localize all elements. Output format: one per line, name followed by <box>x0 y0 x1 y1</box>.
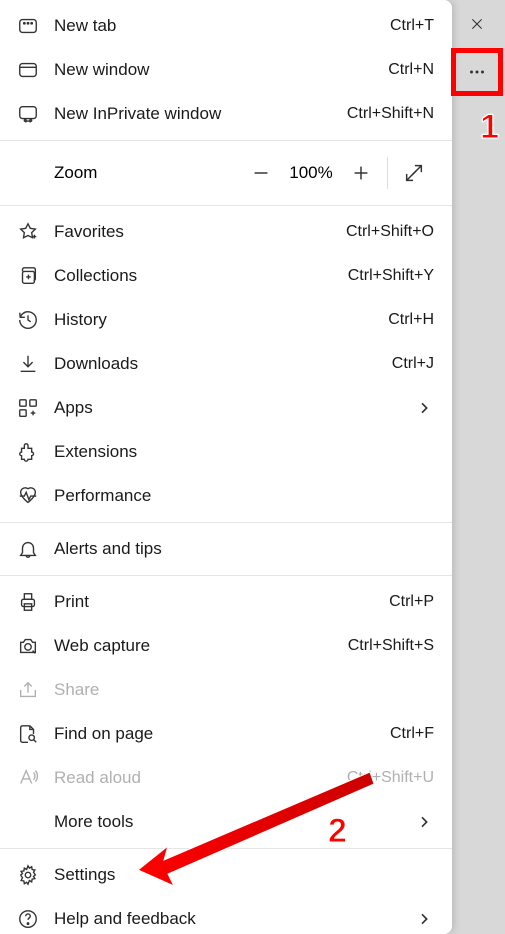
menu-item-shortcut: Ctrl+Shift+N <box>347 105 434 123</box>
menu-item-label: Share <box>54 680 434 700</box>
help-icon <box>16 907 40 931</box>
gear-icon <box>16 863 40 887</box>
menu-item-label: Help and feedback <box>54 909 414 929</box>
chevron-right-icon <box>414 911 434 927</box>
menu-item-alerts[interactable]: Alerts and tips <box>0 527 452 571</box>
menu-item-shortcut: Ctrl+Shift+Y <box>348 267 434 285</box>
menu-item-share: Share <box>0 668 452 712</box>
zoom-in-button[interactable] <box>341 153 381 193</box>
menu-separator <box>0 205 452 206</box>
menu-item-label: Apps <box>54 398 414 418</box>
bell-icon <box>16 537 40 561</box>
menu-item-new-window[interactable]: New window Ctrl+N <box>0 48 452 92</box>
menu-item-apps[interactable]: Apps <box>0 386 452 430</box>
menu-item-find[interactable]: Find on page Ctrl+F <box>0 712 452 756</box>
search-page-icon <box>16 722 40 746</box>
menu-item-new-inprivate[interactable]: New InPrivate window Ctrl+Shift+N <box>0 92 452 136</box>
zoom-label: Zoom <box>54 163 241 183</box>
puzzle-icon <box>16 440 40 464</box>
menu-item-label: Collections <box>54 266 348 286</box>
menu-item-label: Favorites <box>54 222 346 242</box>
menu-separator <box>0 848 452 849</box>
menu-separator <box>0 522 452 523</box>
menu-item-label: Print <box>54 592 389 612</box>
menu-item-shortcut: Ctrl+F <box>390 725 434 743</box>
star-icon <box>16 220 40 244</box>
menu-separator <box>0 575 452 576</box>
menu-item-shortcut: Ctrl+N <box>388 61 434 79</box>
new-window-icon <box>16 58 40 82</box>
menu-item-new-tab[interactable]: New tab Ctrl+T <box>0 4 452 48</box>
menu-item-collections[interactable]: Collections Ctrl+Shift+Y <box>0 254 452 298</box>
fullscreen-button[interactable] <box>394 153 434 193</box>
menu-item-label: Find on page <box>54 724 390 744</box>
chevron-right-icon <box>414 400 434 416</box>
zoom-value: 100% <box>281 163 341 183</box>
camera-icon <box>16 634 40 658</box>
menu-item-label: Alerts and tips <box>54 539 434 559</box>
menu-item-favorites[interactable]: Favorites Ctrl+Shift+O <box>0 210 452 254</box>
menu-item-label: Web capture <box>54 636 348 656</box>
menu-item-help[interactable]: Help and feedback <box>0 897 452 934</box>
menu-item-label: New tab <box>54 16 390 36</box>
print-icon <box>16 590 40 614</box>
menu-item-shortcut: Ctrl+T <box>390 17 434 35</box>
menu-item-shortcut: Ctrl+Shift+O <box>346 223 434 241</box>
inprivate-icon <box>16 102 40 126</box>
menu-item-shortcut: Ctrl+Shift+S <box>348 637 434 655</box>
heartbeat-icon <box>16 484 40 508</box>
share-icon <box>16 678 40 702</box>
menu-item-shortcut: Ctrl+H <box>388 311 434 329</box>
menu-item-settings[interactable]: Settings <box>0 853 452 897</box>
more-menu-button[interactable] <box>457 54 497 90</box>
zoom-divider <box>387 157 388 189</box>
menu-item-label: New InPrivate window <box>54 104 347 124</box>
read-aloud-icon <box>16 766 40 790</box>
menu-item-more-tools[interactable]: More tools <box>0 800 452 844</box>
menu-item-history[interactable]: History Ctrl+H <box>0 298 452 342</box>
menu-item-label: Settings <box>54 865 434 885</box>
download-icon <box>16 352 40 376</box>
menu-item-performance[interactable]: Performance <box>0 474 452 518</box>
zoom-out-button[interactable] <box>241 153 281 193</box>
menu-item-print[interactable]: Print Ctrl+P <box>0 580 452 624</box>
menu-item-downloads[interactable]: Downloads Ctrl+J <box>0 342 452 386</box>
browser-main-menu: New tab Ctrl+T New window Ctrl+N New InP… <box>0 0 452 934</box>
menu-item-label: Extensions <box>54 442 434 462</box>
menu-item-label: Read aloud <box>54 768 347 788</box>
menu-item-read-aloud: Read aloud Ctrl+Shift+U <box>0 756 452 800</box>
menu-item-shortcut: Ctrl+P <box>389 593 434 611</box>
menu-item-label: Performance <box>54 486 434 506</box>
apps-icon <box>16 396 40 420</box>
collections-icon <box>16 264 40 288</box>
menu-item-label: History <box>54 310 388 330</box>
menu-item-label: Downloads <box>54 354 392 374</box>
menu-item-shortcut: Ctrl+J <box>392 355 434 373</box>
close-button[interactable] <box>457 6 497 42</box>
annotation-number-1: 1 <box>480 108 499 147</box>
menu-item-shortcut: Ctrl+Shift+U <box>347 769 434 787</box>
menu-item-extensions[interactable]: Extensions <box>0 430 452 474</box>
chevron-right-icon <box>414 814 434 830</box>
menu-separator <box>0 140 452 141</box>
menu-item-label: More tools <box>54 812 414 832</box>
history-icon <box>16 308 40 332</box>
new-tab-icon <box>16 14 40 38</box>
menu-item-label: New window <box>54 60 388 80</box>
blank-icon <box>16 810 40 834</box>
menu-item-web-capture[interactable]: Web capture Ctrl+Shift+S <box>0 624 452 668</box>
zoom-row: Zoom 100% <box>0 145 452 201</box>
